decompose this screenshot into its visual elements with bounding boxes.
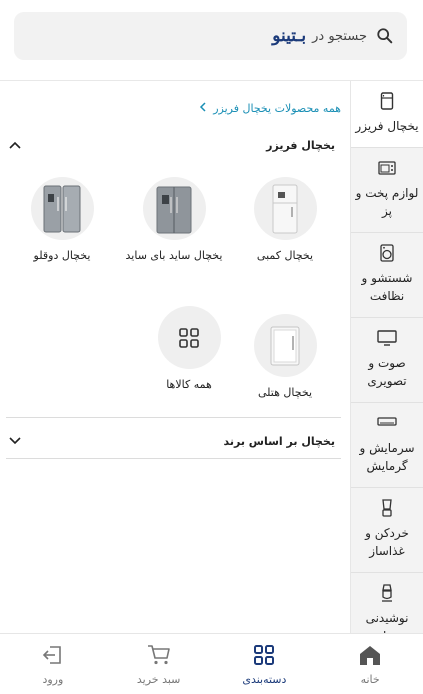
nav-label: ورود (42, 672, 64, 686)
category-item-combi[interactable]: یخچال کمبی (235, 177, 335, 264)
sidebar-item-fridge[interactable]: یخچال فریزر (351, 81, 423, 148)
item-label: همه کالاها (166, 378, 212, 391)
category-item-all-products[interactable]: همه کالاها (139, 306, 239, 393)
sidebar-item-label: یخچال فریزر (355, 119, 419, 133)
tv-icon (376, 328, 398, 348)
search-placeholder: جستجو در (312, 28, 367, 44)
main-content: همه محصولات یخچال فریزر یخچال فریزر یخچا… (0, 81, 349, 633)
divider (6, 417, 341, 418)
search-icon (375, 26, 395, 46)
grid-icon (157, 306, 221, 369)
section-title: یخچال فریزر (266, 138, 335, 152)
category-item-twin[interactable]: یخچال دوقلو (12, 177, 112, 264)
air-conditioner-icon (376, 413, 398, 433)
grid-icon (252, 643, 276, 667)
chevron-left-icon (199, 101, 207, 115)
brand-logo: بـتینو (272, 26, 307, 46)
item-label: یخچال کمبی (256, 249, 314, 262)
bottom-navigation: خانه دسته‌بندی سبد خرید ورود (0, 633, 423, 694)
side-by-side-fridge-image (142, 177, 206, 240)
item-label: یخچال هتلی (257, 386, 313, 399)
sidebar-item-blender[interactable]: خردکن و غذاساز (351, 488, 423, 573)
sidebar-item-label: لوازم پخت و پز (355, 186, 419, 218)
search-input[interactable]: جستجو در بـتینو (14, 12, 407, 60)
sidebar-item-label: سرمایش و گرمایش (359, 441, 415, 473)
coffee-maker-icon (376, 583, 398, 603)
sidebar-item-label: شستشو و نظافت (361, 271, 413, 303)
category-sidebar: یخچال فریزر لوازم پخت و پز شستشو و نظافت… (350, 81, 423, 633)
chevron-up-icon[interactable] (6, 136, 24, 154)
divider (6, 458, 341, 459)
twin-fridge-image (30, 177, 94, 240)
login-icon (41, 643, 65, 667)
all-products-link[interactable]: همه محصولات یخچال فریزر (199, 101, 341, 115)
sidebar-item-label: خردکن و غذاساز (365, 526, 409, 558)
nav-login[interactable]: ورود (0, 634, 106, 694)
nav-label: دسته‌بندی (242, 672, 287, 686)
washing-machine-icon (376, 243, 398, 263)
nav-label: خانه (360, 672, 380, 686)
sidebar-item-label: نوشیدنی ساز (365, 611, 409, 633)
section-title: یخچال بر اساس برند (223, 434, 335, 448)
section-header-fridge[interactable]: یخچال فریزر (6, 131, 335, 159)
nav-cart[interactable]: سبد خرید (106, 634, 212, 694)
cart-icon (147, 643, 171, 667)
blender-icon (376, 498, 398, 518)
nav-label: سبد خرید (136, 672, 181, 686)
category-item-hotel[interactable]: یخچال هتلی (235, 314, 335, 401)
oven-icon (376, 158, 398, 178)
category-item-side-by-side[interactable]: یخچال ساید بای ساید (124, 177, 224, 264)
section-header-brand[interactable]: یخچال بر اساس برند (6, 427, 335, 455)
fridge-icon (376, 91, 398, 111)
sidebar-item-audio-video[interactable]: صوت و تصویری (351, 318, 423, 403)
sidebar-item-cooling-heating[interactable]: سرمایش و گرمایش (351, 403, 423, 488)
hotel-fridge-image (253, 314, 317, 377)
sidebar-item-beverage[interactable]: نوشیدنی ساز (351, 573, 423, 633)
sidebar-item-cooking[interactable]: لوازم پخت و پز (351, 148, 423, 233)
breadcrumb-label: همه محصولات یخچال فریزر (213, 101, 341, 115)
item-label: یخچال دوقلو (33, 249, 91, 262)
search-bar: جستجو در بـتینو (0, 0, 423, 81)
item-label: یخچال ساید بای ساید (125, 249, 223, 262)
sidebar-item-washing[interactable]: شستشو و نظافت (351, 233, 423, 318)
chevron-down-icon[interactable] (6, 432, 24, 450)
home-icon (358, 643, 382, 667)
sidebar-item-label: صوت و تصویری (367, 356, 407, 388)
combi-fridge-image (253, 177, 317, 240)
nav-categories[interactable]: دسته‌بندی (212, 634, 318, 694)
nav-home[interactable]: خانه (317, 634, 423, 694)
